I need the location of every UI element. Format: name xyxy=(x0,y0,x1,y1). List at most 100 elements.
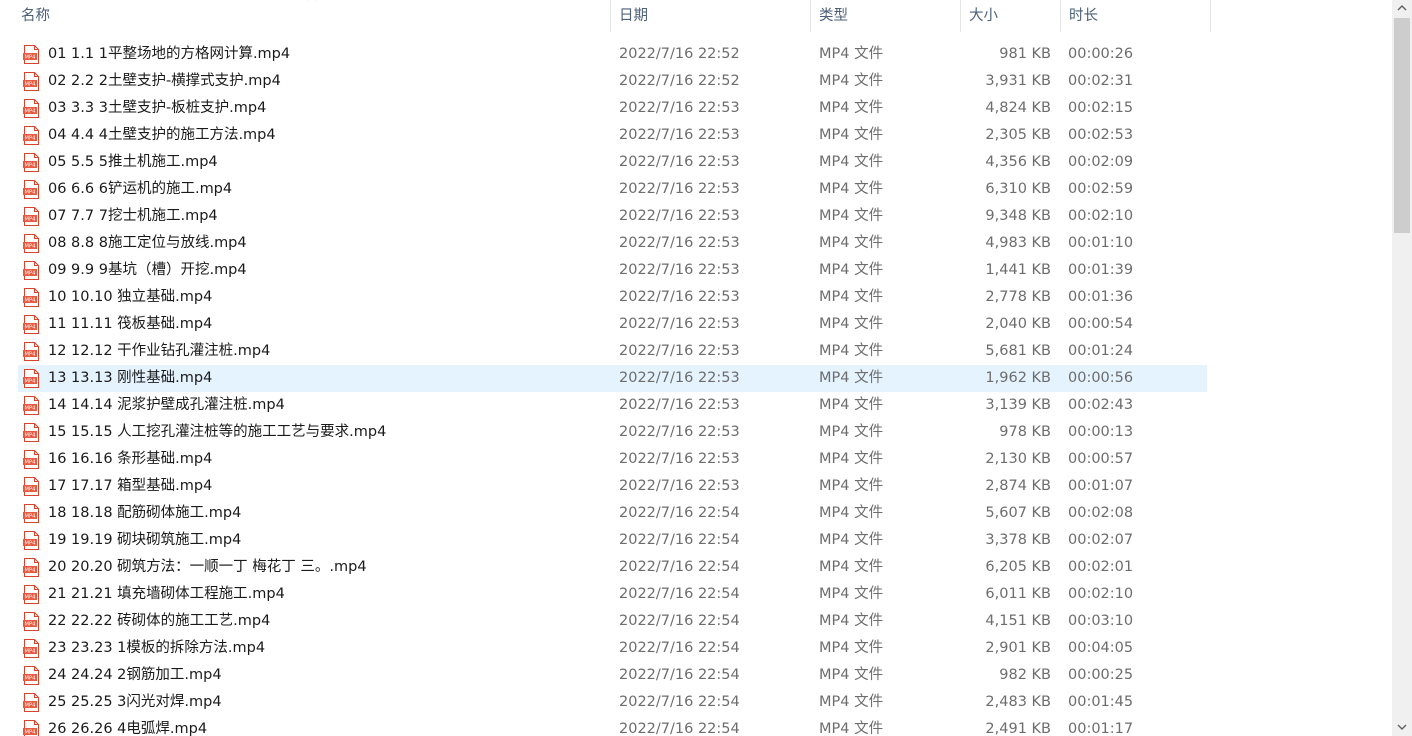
file-type: MP4 文件 xyxy=(819,46,884,62)
icon-label: MP4 xyxy=(25,487,37,493)
scroll-up-arrow-icon[interactable] xyxy=(1392,0,1412,17)
file-name[interactable]: 14 14.14 泥浆护壁成孔灌注桩.mp4 xyxy=(48,392,608,419)
file-type: MP4 文件 xyxy=(819,73,884,89)
file-date: 2022/7/16 22:54 xyxy=(619,694,740,710)
vertical-scrollbar[interactable] xyxy=(1392,0,1412,736)
file-row[interactable]: MP4 03 3.3 3土壁支护-板桩支护.mp4 2022/7/16 22:5… xyxy=(0,95,1392,122)
file-row[interactable]: MP4 02 2.2 2土壁支护-横撑式支护.mp4 2022/7/16 22:… xyxy=(0,68,1392,95)
mp4-file-icon: MP4 xyxy=(23,203,42,230)
file-size: 3,931 KB xyxy=(985,73,1051,89)
file-row[interactable]: MP4 18 18.18 配筋砌体施工.mp4 2022/7/16 22:54 … xyxy=(0,500,1392,527)
file-date: 2022/7/16 22:53 xyxy=(619,370,740,386)
file-name[interactable]: 23 23.23 1模板的拆除方法.mp4 xyxy=(48,635,608,662)
column-header-size[interactable]: 大小 xyxy=(961,0,1061,32)
file-name[interactable]: 10 10.10 独立基础.mp4 xyxy=(48,284,608,311)
scrollbar-thumb[interactable] xyxy=(1394,18,1410,233)
mp4-file-icon: MP4 xyxy=(23,500,42,527)
file-name[interactable]: 04 4.4 4土壁支护的施工方法.mp4 xyxy=(48,122,608,149)
file-name[interactable]: 20 20.20 砌筑方法：一顺一丁 梅花丁 三。.mp4 xyxy=(48,554,608,581)
mp4-file-icon: MP4 xyxy=(23,581,42,608)
file-name[interactable]: 21 21.21 填充墙砌体工程施工.mp4 xyxy=(48,581,608,608)
file-row[interactable]: MP4 04 4.4 4土壁支护的施工方法.mp4 2022/7/16 22:5… xyxy=(0,122,1392,149)
file-size: 9,348 KB xyxy=(985,208,1051,224)
file-row[interactable]: MP4 26 26.26 4电弧焊.mp4 2022/7/16 22:54 MP… xyxy=(0,716,1392,736)
file-row[interactable]: MP4 11 11.11 筏板基础.mp4 2022/7/16 22:53 MP… xyxy=(0,311,1392,338)
file-name[interactable]: 18 18.18 配筋砌体施工.mp4 xyxy=(48,500,608,527)
mp4-file-icon: MP4 xyxy=(23,95,42,122)
file-row[interactable]: MP4 06 6.6 6铲运机的施工.mp4 2022/7/16 22:53 M… xyxy=(0,176,1392,203)
file-duration: 00:02:08 xyxy=(1068,505,1134,521)
file-type: MP4 文件 xyxy=(819,559,884,575)
file-name[interactable]: 16 16.16 条形基础.mp4 xyxy=(48,446,608,473)
file-row[interactable]: MP4 14 14.14 泥浆护壁成孔灌注桩.mp4 2022/7/16 22:… xyxy=(0,392,1392,419)
column-header-duration[interactable]: 时长 xyxy=(1061,0,1211,32)
file-name[interactable]: 24 24.24 2钢筋加工.mp4 xyxy=(48,662,608,689)
file-row[interactable]: MP4 09 9.9 9基坑（槽）开挖.mp4 2022/7/16 22:53 … xyxy=(0,257,1392,284)
file-row[interactable]: MP4 08 8.8 8施工定位与放线.mp4 2022/7/16 22:53 … xyxy=(0,230,1392,257)
file-row[interactable]: MP4 05 5.5 5推土机施工.mp4 2022/7/16 22:53 MP… xyxy=(0,149,1392,176)
file-name[interactable]: 01 1.1 1平整场地的方格网计算.mp4 xyxy=(48,41,608,68)
file-name[interactable]: 07 7.7 7挖士机施工.mp4 xyxy=(48,203,608,230)
file-row[interactable]: MP4 22 22.22 砖砌体的施工工艺.mp4 2022/7/16 22:5… xyxy=(0,608,1392,635)
file-name[interactable]: 08 8.8 8施工定位与放线.mp4 xyxy=(48,230,608,257)
file-name[interactable]: 25 25.25 3闪光对焊.mp4 xyxy=(48,689,608,716)
file-row[interactable]: MP4 01 1.1 1平整场地的方格网计算.mp4 2022/7/16 22:… xyxy=(0,41,1392,68)
file-name[interactable]: 22 22.22 砖砌体的施工工艺.mp4 xyxy=(48,608,608,635)
file-row[interactable]: MP4 23 23.23 1模板的拆除方法.mp4 2022/7/16 22:5… xyxy=(0,635,1392,662)
file-duration: 00:00:26 xyxy=(1068,46,1134,62)
column-header-name[interactable]: 名称 xyxy=(0,0,611,32)
file-type: MP4 文件 xyxy=(819,289,884,305)
file-date: 2022/7/16 22:53 xyxy=(619,451,740,467)
file-row[interactable]: MP4 17 17.17 箱型基础.mp4 2022/7/16 22:53 MP… xyxy=(0,473,1392,500)
file-name[interactable]: 09 9.9 9基坑（槽）开挖.mp4 xyxy=(48,257,608,284)
icon-label: MP4 xyxy=(25,622,37,628)
file-row[interactable]: MP4 19 19.19 砌块砌筑施工.mp4 2022/7/16 22:54 … xyxy=(0,527,1392,554)
file-row[interactable]: MP4 13 13.13 刚性基础.mp4 2022/7/16 22:53 MP… xyxy=(0,365,1392,392)
file-type: MP4 文件 xyxy=(819,667,884,683)
file-row[interactable]: MP4 07 7.7 7挖士机施工.mp4 2022/7/16 22:53 MP… xyxy=(0,203,1392,230)
file-type: MP4 文件 xyxy=(819,127,884,143)
file-row[interactable]: MP4 25 25.25 3闪光对焊.mp4 2022/7/16 22:54 M… xyxy=(0,689,1392,716)
file-size: 6,310 KB xyxy=(985,181,1051,197)
file-duration: 00:02:01 xyxy=(1068,559,1134,575)
file-duration: 00:00:25 xyxy=(1068,667,1134,683)
column-header-type[interactable]: 类型 xyxy=(811,0,961,32)
file-type: MP4 文件 xyxy=(819,370,884,386)
file-type: MP4 文件 xyxy=(819,343,884,359)
mp4-file-icon: MP4 xyxy=(23,149,42,176)
file-size: 2,483 KB xyxy=(985,694,1051,710)
file-type: MP4 文件 xyxy=(819,640,884,656)
file-name[interactable]: 15 15.15 人工挖孔灌注桩等的施工工艺与要求.mp4 xyxy=(48,419,608,446)
file-name[interactable]: 26 26.26 4电弧焊.mp4 xyxy=(48,716,608,736)
file-date: 2022/7/16 22:54 xyxy=(619,667,740,683)
file-name[interactable]: 12 12.12 干作业钻孔灌注桩.mp4 xyxy=(48,338,608,365)
file-row[interactable]: MP4 21 21.21 填充墙砌体工程施工.mp4 2022/7/16 22:… xyxy=(0,581,1392,608)
file-row[interactable]: MP4 10 10.10 独立基础.mp4 2022/7/16 22:53 MP… xyxy=(0,284,1392,311)
file-name[interactable]: 13 13.13 刚性基础.mp4 xyxy=(48,365,608,392)
mp4-file-icon: MP4 xyxy=(23,41,42,68)
file-name[interactable]: 05 5.5 5推土机施工.mp4 xyxy=(48,149,608,176)
file-date: 2022/7/16 22:54 xyxy=(619,640,740,656)
icon-label: MP4 xyxy=(25,541,37,547)
file-type: MP4 文件 xyxy=(819,424,884,440)
file-row[interactable]: MP4 12 12.12 干作业钻孔灌注桩.mp4 2022/7/16 22:5… xyxy=(0,338,1392,365)
file-row[interactable]: MP4 15 15.15 人工挖孔灌注桩等的施工工艺与要求.mp4 2022/7… xyxy=(0,419,1392,446)
file-name[interactable]: 03 3.3 3土壁支护-板桩支护.mp4 xyxy=(48,95,608,122)
mp4-file-icon: MP4 xyxy=(23,716,42,736)
file-row[interactable]: MP4 16 16.16 条形基础.mp4 2022/7/16 22:53 MP… xyxy=(0,446,1392,473)
file-name[interactable]: 06 6.6 6铲运机的施工.mp4 xyxy=(48,176,608,203)
mp4-file-icon: MP4 xyxy=(23,257,42,284)
file-date: 2022/7/16 22:54 xyxy=(619,586,740,602)
file-type: MP4 文件 xyxy=(819,316,884,332)
file-type: MP4 文件 xyxy=(819,505,884,521)
file-row[interactable]: MP4 20 20.20 砌筑方法：一顺一丁 梅花丁 三。.mp4 2022/7… xyxy=(0,554,1392,581)
file-name[interactable]: 11 11.11 筏板基础.mp4 xyxy=(48,311,608,338)
file-name[interactable]: 19 19.19 砌块砌筑施工.mp4 xyxy=(48,527,608,554)
file-name[interactable]: 02 2.2 2土壁支护-横撑式支护.mp4 xyxy=(48,68,608,95)
file-name[interactable]: 17 17.17 箱型基础.mp4 xyxy=(48,473,608,500)
file-duration: 00:02:59 xyxy=(1068,181,1134,197)
file-date: 2022/7/16 22:53 xyxy=(619,262,740,278)
column-header-date[interactable]: 日期 xyxy=(611,0,811,32)
scroll-down-arrow-icon[interactable] xyxy=(1392,719,1412,736)
file-row[interactable]: MP4 24 24.24 2钢筋加工.mp4 2022/7/16 22:54 M… xyxy=(0,662,1392,689)
